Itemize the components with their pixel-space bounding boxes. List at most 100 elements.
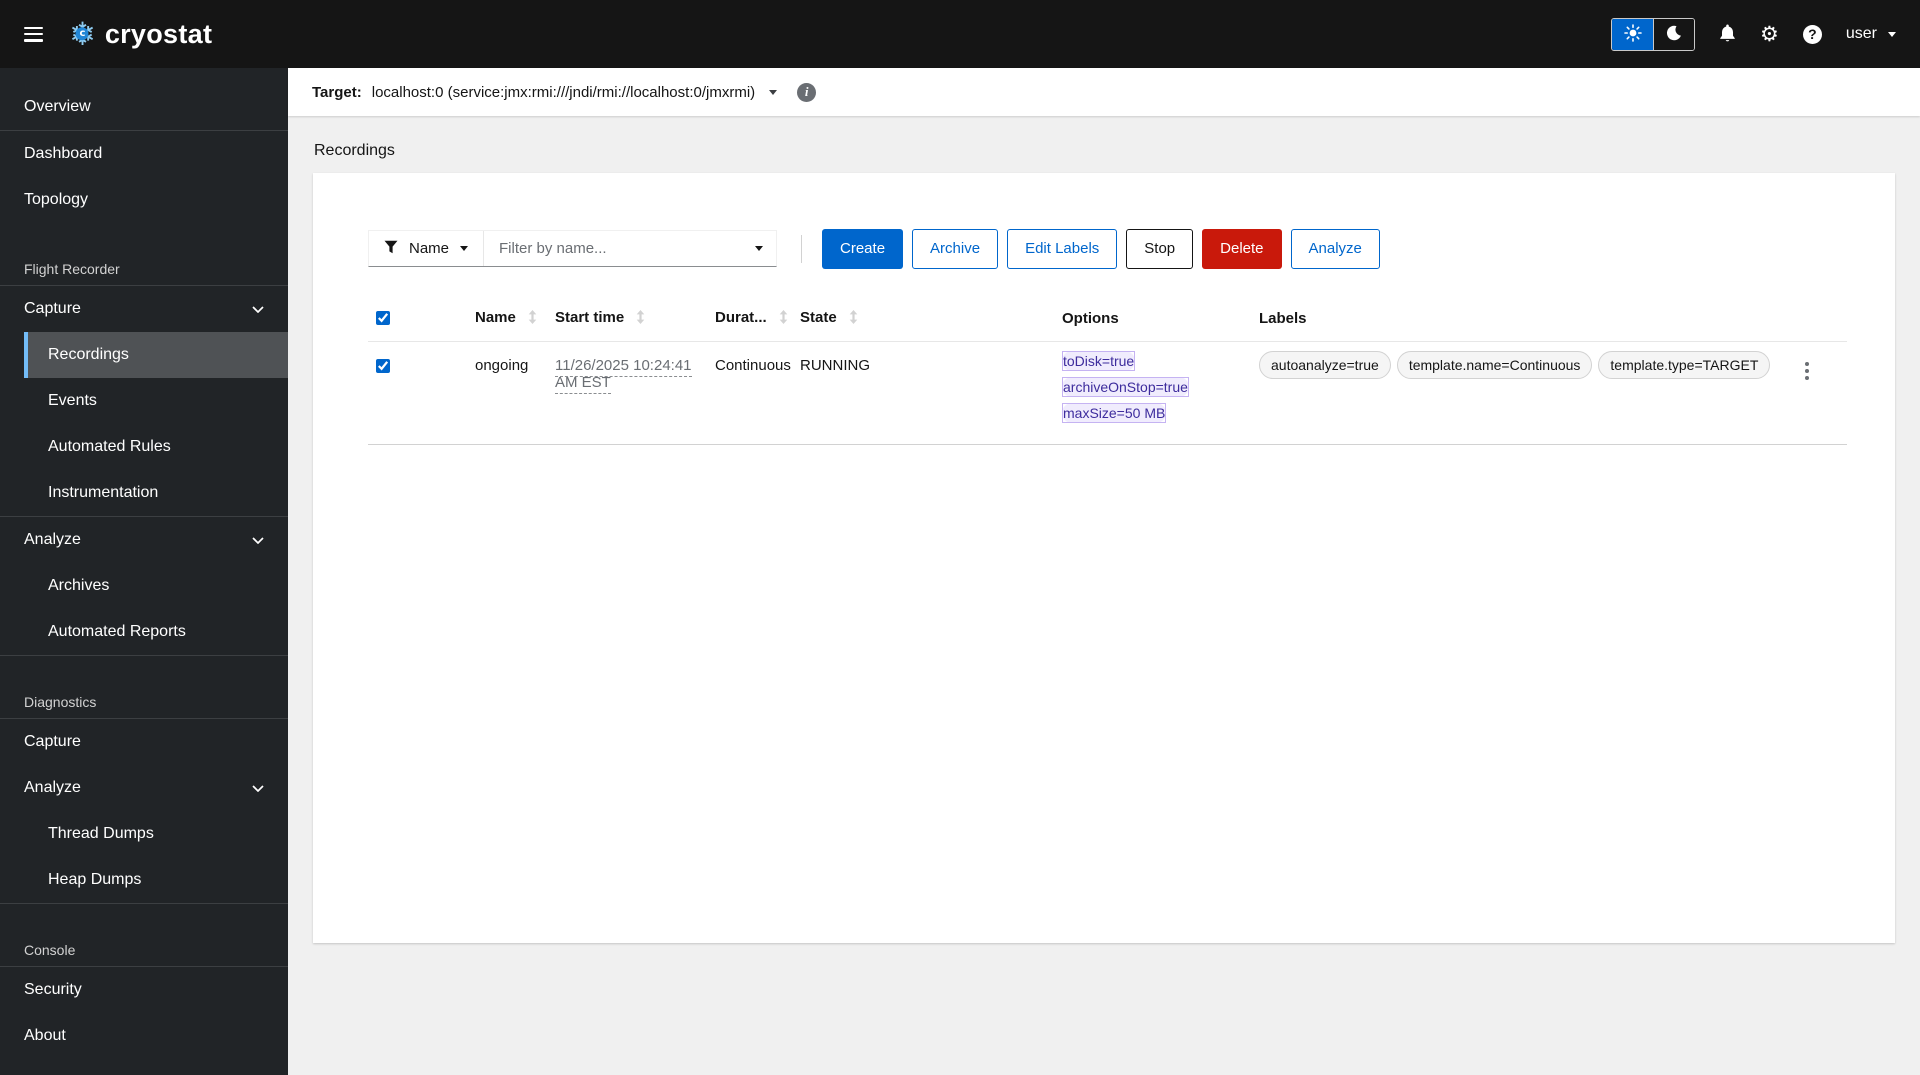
target-select[interactable]: localhost:0 (service:jmx:rmi:///jndi/rmi… [371,83,778,101]
chevron-down-icon [460,246,469,252]
column-header-start-time[interactable]: Start time [547,296,707,342]
sidebar-item-analyze[interactable]: Analyze [0,517,288,563]
user-menu-label: user [1845,25,1877,42]
sidebar-item-recordings[interactable]: Recordings [24,332,288,378]
row-actions-cell [1791,341,1847,445]
sidebar-item-automated-reports[interactable]: Automated Reports [24,609,288,655]
sidebar-item-about[interactable]: About [0,1013,288,1059]
sidebar-item-security[interactable]: Security [0,967,288,1013]
column-header-labels: Labels [1251,296,1791,342]
filter-input-wrap [484,231,776,266]
filter-attribute-label: Name [409,240,450,258]
labels-cell: autoanalyze=true template.name=Continuous… [1251,341,1791,445]
target-value: localhost:0 (service:jmx:rmi:///jndi/rmi… [371,83,756,101]
sidebar-section-flight-recorder: Flight Recorder [24,261,120,277]
create-button[interactable]: Create [822,229,904,269]
brand-logo[interactable]: ❄c cryostat [69,18,212,50]
target-label: Target: [312,83,362,101]
sidebar-item-events[interactable]: Events [24,378,288,424]
theme-toggle-group [1611,17,1696,51]
help-button[interactable]: ? [1802,24,1822,44]
snowflake-logo-icon: ❄c [69,18,96,50]
moon-icon [1666,25,1682,44]
recording-name-cell: ongoing [475,356,529,374]
page-title: Recordings [314,142,395,159]
column-header-actions [1791,296,1847,342]
sidebar-item-overview[interactable]: Overview [0,84,288,130]
edit-labels-button[interactable]: Edit Labels [1007,229,1118,269]
sidebar-section-console: Console [24,942,76,958]
nav-toggle-button[interactable] [24,26,43,42]
delete-button[interactable]: Delete [1202,229,1282,269]
options-cell: toDisk=true archiveOnStop=true maxSize=5… [1054,341,1251,445]
toolbar-separator [801,234,803,263]
sidebar-item-dashboard[interactable]: Dashboard [0,131,288,177]
duration-cell: Continuous [715,356,791,374]
sidebar-item-capture[interactable]: Capture [0,286,288,332]
name-filter-input[interactable] [497,239,756,259]
dark-theme-button[interactable] [1653,18,1695,50]
sidebar-item-analyze-diagnostics[interactable]: Analyze [0,765,288,811]
filter-funnel-icon [384,240,398,258]
gear-icon: ⚙ [1760,21,1779,46]
row-checkbox[interactable] [376,358,390,373]
bell-icon [1719,24,1736,45]
option-chip: archiveOnStop=true [1062,376,1189,397]
column-header-state[interactable]: State [792,296,1054,342]
chevron-down-icon [252,531,264,549]
masthead-toolbar: ⚙ ? user [1611,17,1896,51]
sidebar-section-diagnostics: Diagnostics [24,694,97,710]
sort-icon [635,310,646,328]
select-all-checkbox[interactable] [376,310,390,325]
recordings-table: Name Start time Durat... State Options L… [368,296,1847,446]
sidebar-item-topology[interactable]: Topology [0,177,288,223]
label-chip: template.type=TARGET [1598,350,1771,379]
light-theme-button[interactable] [1612,18,1654,50]
label-chip: autoanalyze=true [1259,350,1391,379]
start-time-value: 11/26/2025 10:24:41 AM EST [555,356,692,394]
sun-icon [1623,23,1642,45]
settings-button[interactable]: ⚙ [1760,21,1779,46]
user-menu[interactable]: user [1846,25,1896,43]
analyze-button[interactable]: Analyze [1290,229,1380,269]
target-bar: Target: localhost:0 (service:jmx:rmi:///… [288,68,1920,116]
column-header-name[interactable]: Name [467,296,547,342]
label-chip: template.name=Continuous [1396,350,1593,379]
target-info-icon[interactable]: i [797,82,817,102]
sort-icon [848,310,859,328]
kebab-menu-button[interactable] [1799,357,1815,385]
table-header-row: Name Start time Durat... State Options L… [368,296,1847,342]
sort-icon [527,310,538,328]
chevron-down-icon [252,300,264,318]
chevron-down-icon [252,779,264,797]
sidebar-item-heap-dumps[interactable]: Heap Dumps [24,857,288,903]
notifications-button[interactable] [1719,24,1736,45]
chevron-down-icon [1888,31,1896,37]
table-row: ongoing 11/26/2025 10:24:41 AM EST Conti… [368,341,1847,445]
question-icon: ? [1802,24,1822,44]
filter-group: Name [368,230,778,268]
masthead: ❄c cryostat ⚙ ? us [0,0,1920,68]
archive-button[interactable]: Archive [912,229,999,269]
content-area: Recordings Name Filter by name... Create… [288,116,1920,1075]
nav-divider [0,903,288,904]
sidebar-item-automated-rules[interactable]: Automated Rules [24,424,288,470]
nav-divider [0,655,288,656]
chevron-down-icon[interactable] [755,246,764,252]
sidebar-item-thread-dumps[interactable]: Thread Dumps [24,811,288,857]
sidebar: Overview Dashboard Topology Flight Recor… [0,68,288,1075]
recordings-card: Name Create Archive Edit Labels Stop Del… [313,173,1895,943]
sidebar-item-instrumentation[interactable]: Instrumentation [24,470,288,516]
column-header-duration[interactable]: Durat... [707,296,792,342]
column-header-options: Options [1054,296,1251,342]
start-time-cell: 11/26/2025 10:24:41 AM EST [547,341,707,445]
sort-icon [778,310,789,328]
option-chip: maxSize=50 MB [1062,402,1167,424]
filter-attribute-toggle[interactable]: Name [369,231,485,267]
stop-button[interactable]: Stop [1126,229,1194,269]
sidebar-item-capture-diagnostics[interactable]: Capture [0,719,288,765]
option-chip: toDisk=true [1062,350,1136,371]
recordings-toolbar: Name Create Archive Edit Labels Stop Del… [368,229,1847,269]
state-cell: RUNNING [800,356,870,374]
sidebar-item-archives[interactable]: Archives [24,563,288,609]
